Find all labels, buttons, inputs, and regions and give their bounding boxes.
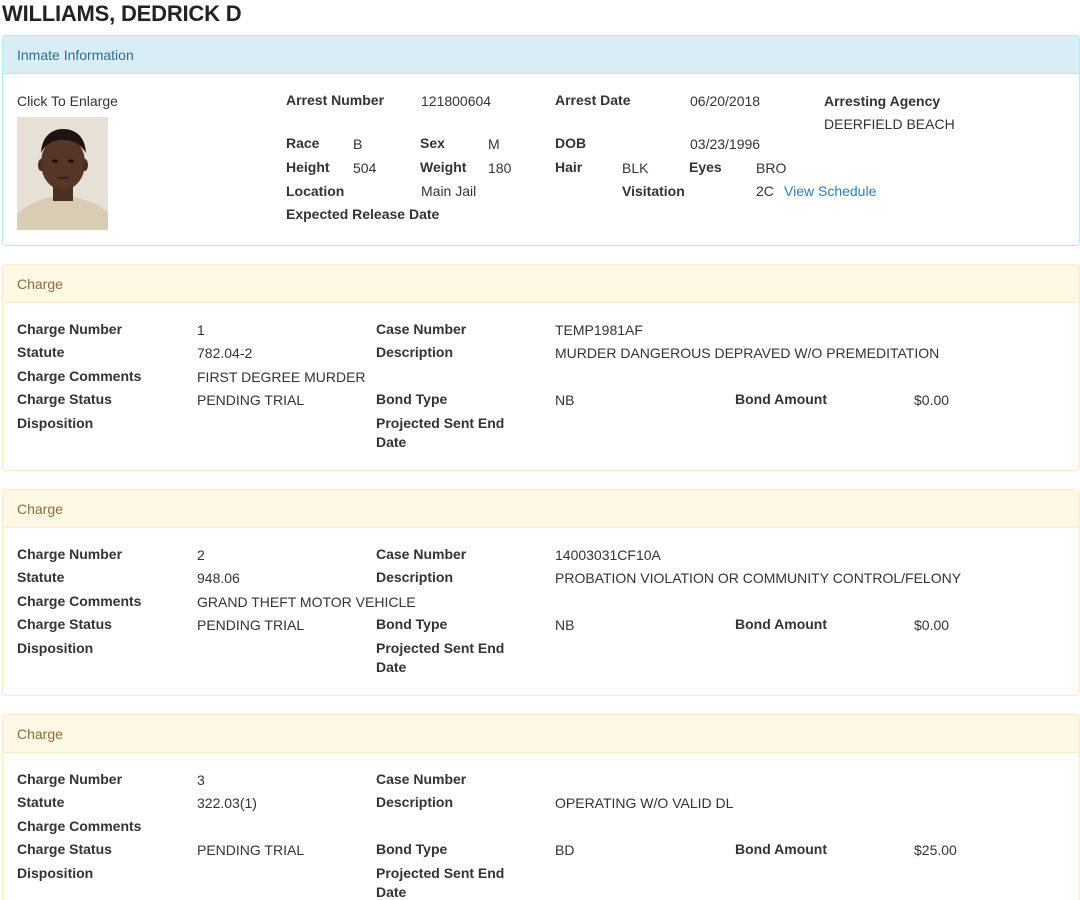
statute-value: 322.03(1) — [197, 795, 257, 811]
bond-type-value: NB — [555, 392, 575, 408]
charge-number-label: Charge Number — [17, 771, 123, 787]
charge-comments-label: Charge Comments — [17, 593, 142, 609]
case-number-label: Case Number — [376, 771, 467, 787]
charge-heading: Charge — [3, 715, 1079, 753]
projected-sent-end-label: Projected Sent End — [376, 415, 505, 431]
arrest-number-value: 121800604 — [421, 93, 492, 109]
weight-label: Weight — [420, 159, 467, 175]
projected-sent-end-label-date: Date — [376, 659, 407, 675]
location-value: Main Jail — [421, 183, 477, 199]
charge-status-label: Charge Status — [17, 391, 112, 407]
case-number-value: TEMP1981AF — [555, 322, 643, 338]
statute-label: Statute — [17, 344, 65, 360]
charge-comments-value: GRAND THEFT MOTOR VEHICLE — [197, 594, 416, 610]
charge-number-label: Charge Number — [17, 546, 123, 562]
description-value: MURDER DANGEROUS DEPRAVED W/O PREMEDITAT… — [555, 345, 940, 361]
bond-type-label: Bond Type — [376, 391, 448, 407]
bond-type-value: BD — [555, 842, 575, 858]
eyes-label: Eyes — [689, 159, 722, 175]
sex-value: M — [488, 136, 500, 152]
description-value: PROBATION VIOLATION OR COMMUNITY CONTROL… — [555, 570, 962, 586]
description-label: Description — [376, 794, 454, 810]
statute-value: 948.06 — [197, 570, 240, 586]
bond-type-label: Bond Type — [376, 616, 448, 632]
case-number-value: 14003031CF10A — [555, 547, 661, 563]
sex-label: Sex — [420, 135, 445, 151]
visitation-value: 2C — [756, 183, 774, 199]
charge-heading: Charge — [3, 490, 1079, 528]
projected-sent-end-label: Projected Sent End — [376, 640, 505, 656]
arresting-agency-value: DEERFIELD BEACH — [824, 116, 955, 132]
arrest-date-label: Arrest Date — [555, 92, 631, 108]
dob-value: 03/23/1996 — [690, 136, 761, 152]
disposition-label: Disposition — [17, 865, 94, 881]
statute-value: 782.04-2 — [197, 345, 253, 361]
description-value: OPERATING W/O VALID DL — [555, 795, 734, 811]
charge-status-value: PENDING TRIAL — [197, 842, 305, 858]
visitation-label: Visitation — [622, 183, 685, 199]
case-number-label: Case Number — [376, 546, 467, 562]
bond-amount-label: Bond Amount — [735, 841, 828, 857]
charge-number-label: Charge Number — [17, 321, 123, 337]
statute-label: Statute — [17, 569, 65, 585]
weight-value: 180 — [488, 160, 512, 176]
charge-status-value: PENDING TRIAL — [197, 617, 305, 633]
height-label: Height — [286, 159, 330, 175]
projected-sent-end-label-date: Date — [376, 884, 407, 900]
case-number-label: Case Number — [376, 321, 467, 337]
description-label: Description — [376, 569, 454, 585]
charge-panel: Charge Charge Number 2 Statute 948.06 Ch… — [2, 489, 1080, 696]
charge-number-value: 3 — [197, 772, 205, 788]
charge-panel: Charge Charge Number 3 Statute 322.03(1)… — [2, 714, 1080, 900]
arrest-date-value: 06/20/2018 — [690, 93, 761, 109]
disposition-label: Disposition — [17, 415, 94, 431]
description-label: Description — [376, 344, 454, 360]
arrest-number-label: Arrest Number — [286, 92, 385, 108]
charge-number-value: 2 — [197, 547, 205, 563]
projected-sent-end-label-date: Date — [376, 434, 407, 450]
charge-comments-value: FIRST DEGREE MURDER — [197, 369, 366, 385]
bond-amount-value: $25.00 — [914, 842, 957, 858]
charge-number-value: 1 — [197, 322, 205, 338]
charge-panel: Charge Charge Number 1 Statute 782.04-2 … — [2, 264, 1080, 471]
bond-amount-label: Bond Amount — [735, 391, 828, 407]
inmate-info-heading: Inmate Information — [3, 36, 1079, 74]
page-title: WILLIAMS, DEDRICK D — [2, 1, 242, 26]
inmate-info-panel: Inmate Information Click To Enlarge Arre… — [2, 35, 1080, 246]
height-value: 504 — [353, 160, 377, 176]
eyes-value: BRO — [756, 160, 787, 176]
dob-label: DOB — [555, 135, 587, 151]
projected-sent-end-label: Projected Sent End — [376, 865, 505, 881]
charge-status-label: Charge Status — [17, 841, 112, 857]
bond-amount-value: $0.00 — [914, 617, 950, 633]
bond-amount-value: $0.00 — [914, 392, 950, 408]
bond-type-label: Bond Type — [376, 841, 448, 857]
click-to-enlarge-label: Click To Enlarge — [17, 93, 118, 109]
expected-release-label: Expected Release Date — [286, 206, 440, 222]
hair-label: Hair — [555, 159, 583, 175]
mugshot-photo[interactable] — [17, 117, 108, 230]
charge-status-value: PENDING TRIAL — [197, 392, 305, 408]
race-label: Race — [286, 135, 320, 151]
charge-comments-label: Charge Comments — [17, 818, 142, 834]
view-schedule-link[interactable]: View Schedule — [784, 183, 876, 199]
disposition-label: Disposition — [17, 640, 94, 656]
hair-value: BLK — [622, 160, 649, 176]
charge-status-label: Charge Status — [17, 616, 112, 632]
charge-heading: Charge — [3, 265, 1079, 303]
bond-amount-label: Bond Amount — [735, 616, 828, 632]
race-value: B — [353, 136, 363, 152]
location-label: Location — [286, 183, 345, 199]
charge-comments-label: Charge Comments — [17, 368, 142, 384]
bond-type-value: NB — [555, 617, 575, 633]
statute-label: Statute — [17, 794, 65, 810]
arresting-agency-label: Arresting Agency — [824, 93, 941, 109]
